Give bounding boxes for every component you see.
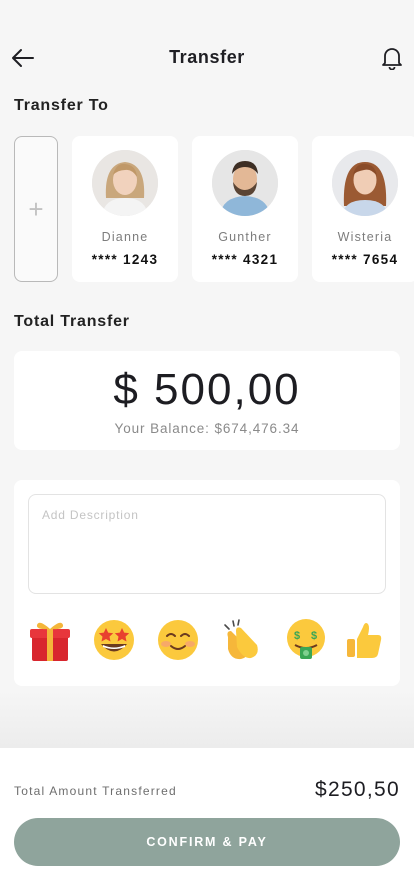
recipient-list: + Dianne **** 1243 Gunther **** 4321 Wis… xyxy=(14,136,414,282)
footer-panel: Total Amount Transferred $250,50 CONFIRM… xyxy=(0,748,414,896)
avatar xyxy=(212,150,278,216)
bell-icon xyxy=(382,48,402,70)
thumbs-up-icon[interactable] xyxy=(338,614,390,666)
contact-account: **** 4321 xyxy=(211,252,279,267)
total-amount-label: Total Amount Transferred xyxy=(14,784,177,798)
content-fade xyxy=(0,690,414,748)
contact-name: Gunther xyxy=(218,230,272,244)
contact-card-dianne[interactable]: Dianne **** 1243 xyxy=(72,136,178,282)
transfer-amount[interactable]: $ 500,00 xyxy=(14,365,400,415)
contact-name: Wisteria xyxy=(337,230,393,244)
gift-icon[interactable] xyxy=(24,614,76,666)
description-input[interactable] xyxy=(28,494,386,594)
clapping-hands-icon[interactable] xyxy=(216,614,268,666)
balance-text: Your Balance: $674,476.34 xyxy=(114,421,300,436)
avatar xyxy=(332,150,398,216)
plus-icon: + xyxy=(28,193,44,224)
emoji-row: $ $ xyxy=(14,614,400,666)
svg-text:$: $ xyxy=(294,630,300,642)
notification-button[interactable] xyxy=(380,45,404,71)
top-bar: Transfer xyxy=(0,40,414,76)
svg-text:$: $ xyxy=(311,630,317,642)
add-recipient-button[interactable]: + xyxy=(14,136,58,282)
confirm-pay-button[interactable]: CONFIRM & PAY xyxy=(14,818,400,866)
contact-card-wisteria[interactable]: Wisteria **** 7654 xyxy=(312,136,414,282)
smiling-face-icon[interactable] xyxy=(152,614,204,666)
contact-account: **** 1243 xyxy=(91,252,159,267)
contact-card-gunther[interactable]: Gunther **** 4321 xyxy=(192,136,298,282)
page-title: Transfer xyxy=(169,47,245,67)
money-mouth-icon[interactable]: $ $ xyxy=(280,614,332,666)
total-transfer-heading: Total Transfer xyxy=(14,313,130,330)
description-card: $ $ xyxy=(14,480,400,686)
contact-account: **** 7654 xyxy=(331,252,399,267)
avatar xyxy=(92,150,158,216)
star-struck-icon[interactable] xyxy=(88,614,140,666)
contact-name: Dianne xyxy=(101,230,149,244)
total-amount-value: $250,50 xyxy=(314,778,400,801)
transfer-to-heading: Transfer To xyxy=(14,97,109,114)
amount-card: $ 500,00 Your Balance: $674,476.34 xyxy=(14,351,400,450)
